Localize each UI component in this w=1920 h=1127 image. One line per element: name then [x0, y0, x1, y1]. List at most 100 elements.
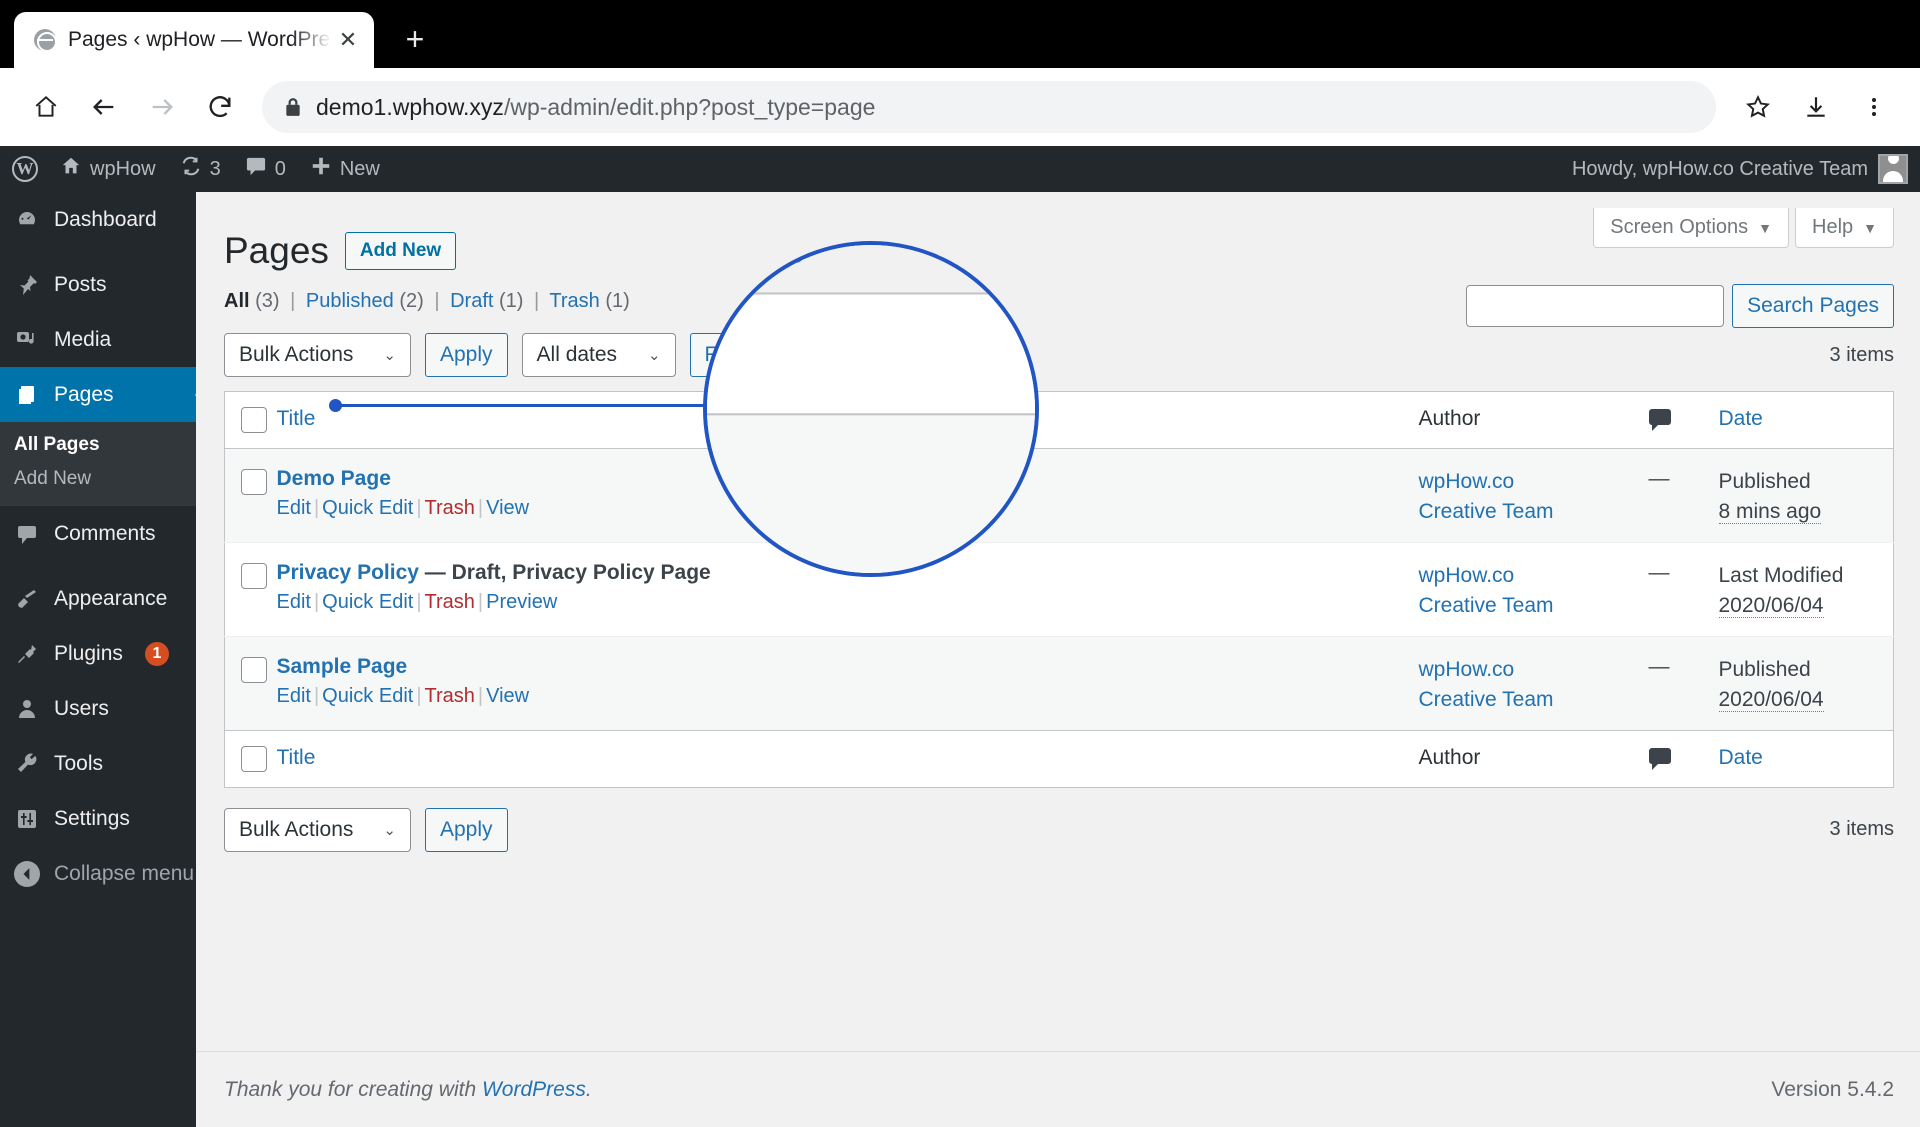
browser-menu-icon[interactable]: [1848, 81, 1900, 133]
table-foot: Title Author Date: [224, 729, 1894, 788]
howdy-label[interactable]: Howdy, wpHow.co Creative Team: [1572, 158, 1868, 181]
row-action-view[interactable]: View: [486, 685, 529, 707]
row-author-link-2[interactable]: Creative Team: [1419, 685, 1649, 715]
search-pages-button[interactable]: Search Pages: [1732, 284, 1894, 328]
row-action-edit[interactable]: Edit: [277, 497, 311, 519]
row-author-link-1[interactable]: wpHow.co: [1419, 467, 1649, 497]
column-header-date: Date: [1718, 391, 1894, 449]
collapse-menu-button[interactable]: Collapse menu: [0, 846, 196, 901]
filter-link-published[interactable]: Published: [306, 290, 394, 312]
wordpress-link[interactable]: WordPress: [482, 1078, 586, 1101]
screen-meta-links: Screen Options ▼ Help ▼: [1593, 208, 1894, 248]
row-comments-cell: —: [1648, 560, 1670, 584]
avatar[interactable]: [1878, 154, 1908, 184]
apply-button-top[interactable]: Apply: [424, 333, 508, 377]
row-author-cell: wpHow.co Creative Team: [1419, 636, 1649, 730]
submenu-item-add-new[interactable]: Add New: [0, 462, 196, 496]
column-footer-date-link[interactable]: Date: [1719, 746, 1763, 769]
submenu-item-all-pages[interactable]: All Pages: [0, 428, 196, 462]
sidebar-item-settings[interactable]: Settings: [0, 791, 196, 846]
row-action-preview[interactable]: Preview: [486, 591, 557, 613]
date-filter-select[interactable]: All dates ⌄: [521, 333, 676, 377]
row-checkbox[interactable]: [241, 562, 267, 589]
sidebar-item-dashboard[interactable]: Dashboard: [0, 192, 196, 247]
new-content-button[interactable]: New: [298, 146, 392, 192]
comments-button[interactable]: 0: [233, 146, 298, 192]
sidebar-item-tools[interactable]: Tools: [0, 736, 196, 791]
apply-button-bottom[interactable]: Apply: [424, 807, 508, 852]
row-action-quick-edit[interactable]: Quick Edit: [322, 685, 413, 707]
address-bar[interactable]: demo1.wphow.xyz/wp-admin/edit.php?post_t…: [262, 81, 1716, 133]
filter-link-all[interactable]: All: [224, 290, 250, 312]
row-action-quick-edit[interactable]: Quick Edit: [322, 497, 413, 519]
bulk-actions-select[interactable]: Bulk Actions ⌄: [224, 333, 411, 377]
new-tab-button[interactable]: +: [392, 16, 438, 62]
row-action-edit[interactable]: Edit: [277, 685, 311, 707]
row-action-trash[interactable]: Trash: [425, 685, 475, 707]
chevron-down-icon: ▼: [1758, 219, 1772, 236]
sidebar-item-media[interactable]: Media: [0, 312, 196, 367]
download-icon[interactable]: [1790, 81, 1842, 133]
back-icon[interactable]: [78, 81, 130, 133]
filter-link-draft[interactable]: Draft: [450, 290, 493, 312]
column-header-date-link[interactable]: Date: [1719, 407, 1763, 430]
page-title: Pages: [224, 230, 329, 271]
browser-tab[interactable]: Pages ‹ wpHow — WordPress ✕: [14, 12, 374, 68]
row-action-view[interactable]: View: [486, 497, 529, 519]
tab-title: Pages ‹ wpHow — WordPress: [68, 28, 334, 51]
row-checkbox[interactable]: [241, 656, 267, 683]
wp-body: Dashboard Posts: [707, 245, 1035, 573]
sidebar-item-appearance[interactable]: Appearance: [0, 571, 196, 626]
table-body: Demo Page Edit|Quick Edit|Trash|View wpH…: [707, 414, 1035, 573]
comment-icon: [245, 156, 267, 182]
forward-icon[interactable]: [136, 81, 188, 133]
row-date-cell: Published 2020/06/04: [1718, 636, 1894, 730]
select-all-header: [224, 391, 277, 449]
row-comments-cell: —: [1648, 654, 1670, 678]
row-action-quick-edit[interactable]: Quick Edit: [322, 591, 413, 613]
sidebar-item-posts[interactable]: Posts: [0, 257, 196, 312]
reload-icon[interactable]: [194, 81, 246, 133]
bookmark-star-icon[interactable]: [1732, 81, 1784, 133]
filter-button[interactable]: Filter: [707, 245, 804, 263]
row-title-link[interactable]: Sample Page: [277, 655, 408, 678]
comment-icon: [1648, 409, 1671, 431]
row-author-link-2[interactable]: Creative Team: [1419, 497, 1649, 527]
bulk-actions-select-bottom[interactable]: Bulk Actions ⌄: [224, 807, 411, 852]
column-header-title-link[interactable]: Title: [277, 407, 316, 430]
row-action-edit[interactable]: Edit: [277, 591, 311, 613]
row-title-link[interactable]: Demo Page: [277, 467, 391, 490]
select-all-checkbox[interactable]: [241, 407, 267, 433]
row-action-trash[interactable]: Trash: [425, 591, 475, 613]
sidebar-item-comments[interactable]: Comments: [0, 506, 196, 561]
sidebar-item-pages[interactable]: Pages: [0, 367, 196, 422]
help-button[interactable]: Help ▼: [1795, 208, 1894, 248]
admin-content: Screen Options ▼ Help ▼ Pages Add New Al…: [707, 245, 1035, 573]
row-author-link-1[interactable]: wpHow.co: [1419, 561, 1649, 591]
site-name-button[interactable]: wpHow: [48, 146, 168, 192]
row-author-link-2[interactable]: Creative Team: [1419, 591, 1649, 621]
add-new-button[interactable]: Add New: [344, 232, 457, 270]
wp-logo-button[interactable]: W: [0, 146, 48, 192]
filter-count-published: (2): [399, 290, 424, 312]
select-all-checkbox-footer[interactable]: [241, 745, 267, 772]
screen-options-button[interactable]: Screen Options ▼: [1593, 208, 1789, 248]
pages-submenu: All Pages Add New: [0, 422, 196, 506]
filter-link-trash[interactable]: Trash: [549, 290, 599, 312]
home-icon[interactable]: [20, 81, 72, 133]
table-body: Demo Page Edit|Quick Edit|Trash|View wpH…: [224, 448, 1894, 731]
row-author-link-1[interactable]: wpHow.co: [1419, 655, 1649, 685]
updates-button[interactable]: 3: [168, 146, 233, 192]
sidebar-item-plugins[interactable]: Plugins 1: [0, 626, 196, 681]
sidebar-item-users[interactable]: Users: [0, 681, 196, 736]
plugins-update-badge: 1: [144, 641, 169, 666]
column-footer-title-link[interactable]: Title: [277, 746, 316, 769]
row-checkbox[interactable]: [241, 469, 267, 495]
tablenav-top: Bulk Actions ⌄ Apply All dates ⌄ Filter …: [707, 245, 1035, 267]
close-icon[interactable]: ✕: [334, 26, 362, 54]
search-input[interactable]: [1466, 285, 1725, 327]
footer-thanks-suffix: .: [585, 1077, 592, 1101]
row-title-link[interactable]: Privacy Policy: [277, 561, 419, 584]
sidebar-item-label: Comments: [54, 521, 156, 545]
row-action-trash[interactable]: Trash: [425, 497, 475, 519]
